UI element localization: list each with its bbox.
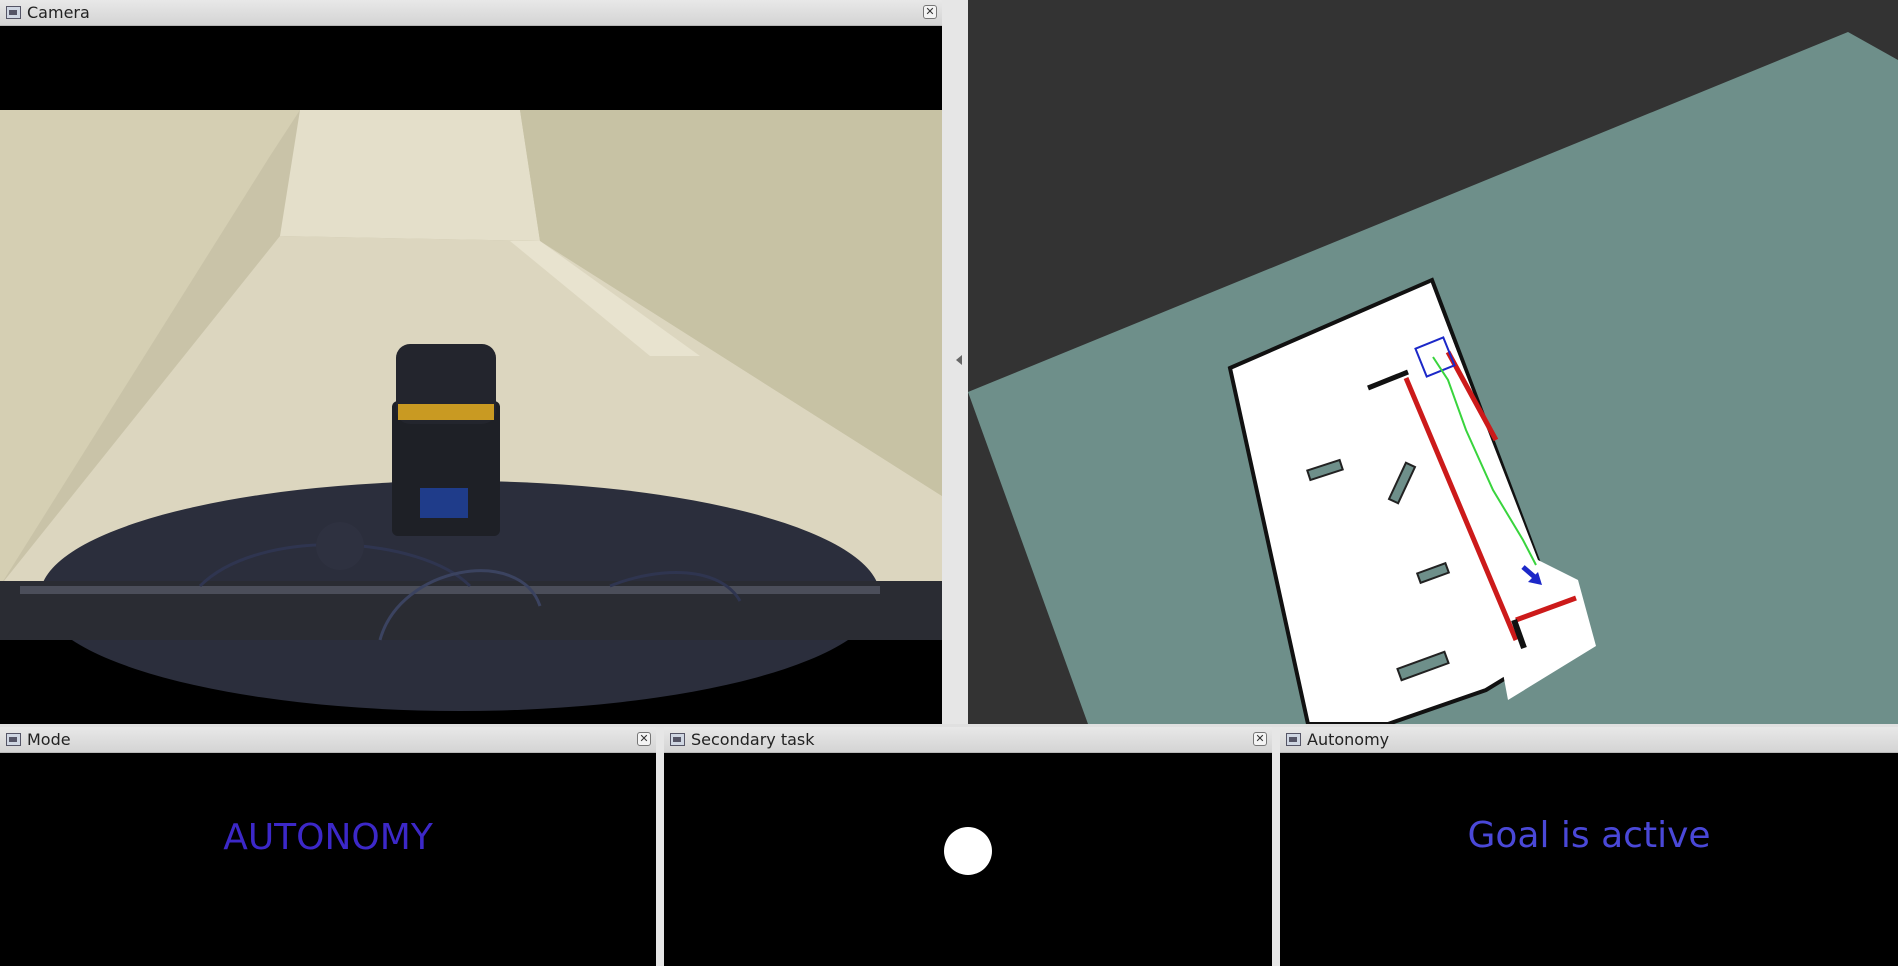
autonomy-panel: Autonomy Goal is active bbox=[1280, 727, 1898, 966]
secondary-task-title: Secondary task bbox=[691, 730, 815, 749]
camera-title: Camera bbox=[27, 3, 90, 22]
autonomy-status-text: Goal is active bbox=[1467, 815, 1711, 856]
autonomy-title: Autonomy bbox=[1307, 730, 1390, 749]
mode-panel: Mode ✕ AUTONOMY bbox=[0, 727, 656, 966]
mode-status-text: AUTONOMY bbox=[223, 817, 433, 858]
window-icon bbox=[6, 733, 21, 746]
window-icon bbox=[6, 6, 21, 19]
splitter-arrow-icon[interactable] bbox=[956, 355, 962, 365]
close-icon[interactable]: ✕ bbox=[923, 5, 937, 19]
map-view[interactable] bbox=[968, 0, 1898, 724]
secondary-task-content bbox=[664, 753, 1272, 966]
window-icon bbox=[1286, 733, 1301, 746]
mode-content: AUTONOMY bbox=[0, 753, 656, 966]
camera-titlebar[interactable]: Camera ✕ bbox=[0, 0, 942, 26]
camera-image bbox=[0, 26, 942, 724]
autonomy-content: Goal is active bbox=[1280, 753, 1898, 966]
secondary-task-panel: Secondary task ✕ bbox=[664, 727, 1272, 966]
vertical-splitter[interactable] bbox=[942, 0, 968, 724]
mode-title: Mode bbox=[27, 730, 71, 749]
window-icon bbox=[670, 733, 685, 746]
occupancy-map[interactable] bbox=[968, 0, 1898, 724]
secondary-task-titlebar[interactable]: Secondary task ✕ bbox=[664, 727, 1272, 753]
close-icon[interactable]: ✕ bbox=[637, 732, 651, 746]
autonomy-titlebar[interactable]: Autonomy bbox=[1280, 727, 1898, 753]
mode-titlebar[interactable]: Mode ✕ bbox=[0, 727, 656, 753]
task-indicator-dot bbox=[944, 827, 992, 875]
camera-view bbox=[0, 26, 942, 724]
splitter-mode-secondary[interactable] bbox=[656, 727, 664, 966]
close-icon[interactable]: ✕ bbox=[1253, 732, 1267, 746]
splitter-secondary-autonomy[interactable] bbox=[1272, 727, 1280, 966]
camera-panel: Camera ✕ bbox=[0, 0, 942, 724]
